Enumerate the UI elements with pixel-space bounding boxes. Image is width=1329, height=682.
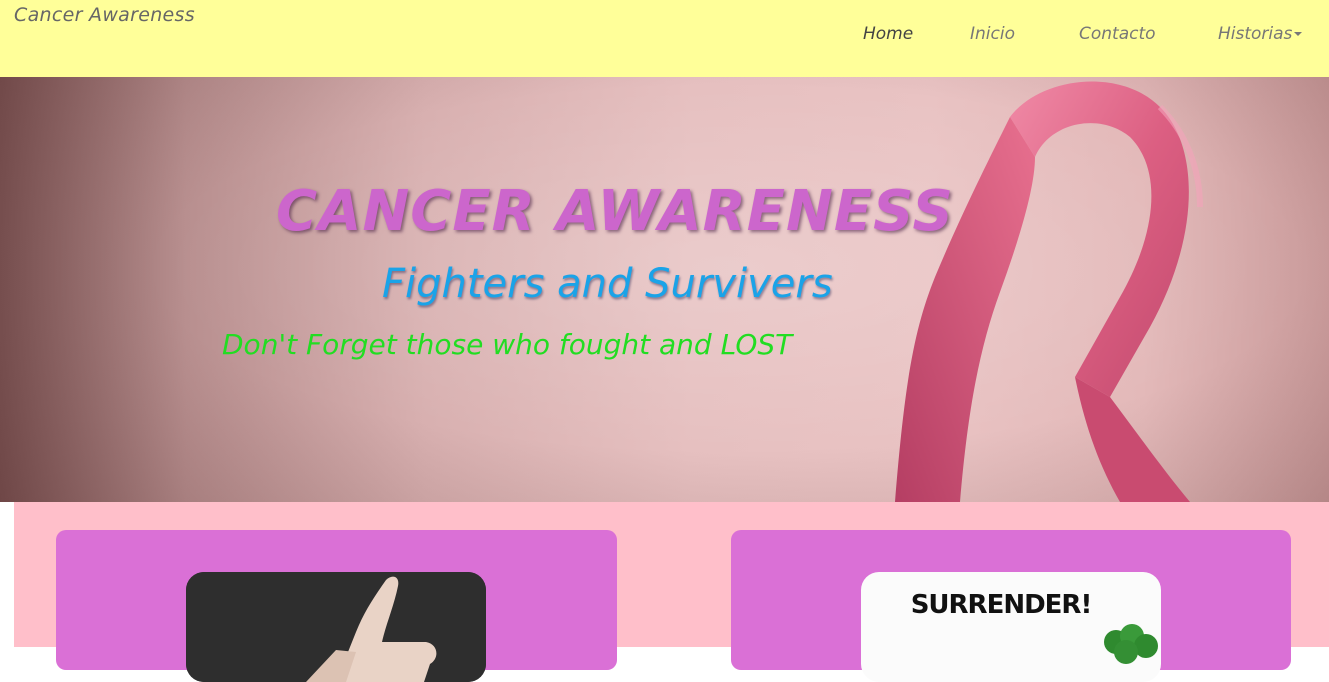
surrender-poster-image: SURRENDER!: [861, 572, 1161, 682]
cards-section: SURRENDER!: [14, 502, 1329, 682]
story-card-2[interactable]: SURRENDER!: [731, 530, 1291, 682]
nav-historias-label: Historias: [1218, 24, 1293, 44]
nav-contacto-link[interactable]: Contacto: [1079, 24, 1156, 44]
thumbs-up-hand-image: [186, 572, 486, 682]
hero-tagline: Don't Forget those who fought and LOST: [222, 328, 793, 361]
brand-logo-link[interactable]: Cancer Awareness: [14, 4, 195, 26]
top-navbar: Cancer Awareness Home Inicio Contacto Hi…: [0, 0, 1329, 77]
surrender-poster-text: SURRENDER!: [910, 590, 1093, 620]
broccoli-icon: [1104, 624, 1158, 664]
nav-inicio-link[interactable]: Inicio: [970, 24, 1015, 44]
nav-historias-dropdown[interactable]: Historias: [1218, 24, 1303, 44]
hero-banner: CANCER AWARENESS Fighters and Survivers …: [0, 77, 1329, 502]
nav-home-link[interactable]: Home: [863, 24, 913, 44]
story-card-1[interactable]: [56, 530, 617, 682]
hero-subtitle: Fighters and Survivers: [382, 261, 833, 307]
chevron-down-icon: [1294, 32, 1303, 36]
hand-thumbs-up-photo: [186, 572, 486, 682]
hero-title: CANCER AWARENESS: [276, 179, 954, 244]
